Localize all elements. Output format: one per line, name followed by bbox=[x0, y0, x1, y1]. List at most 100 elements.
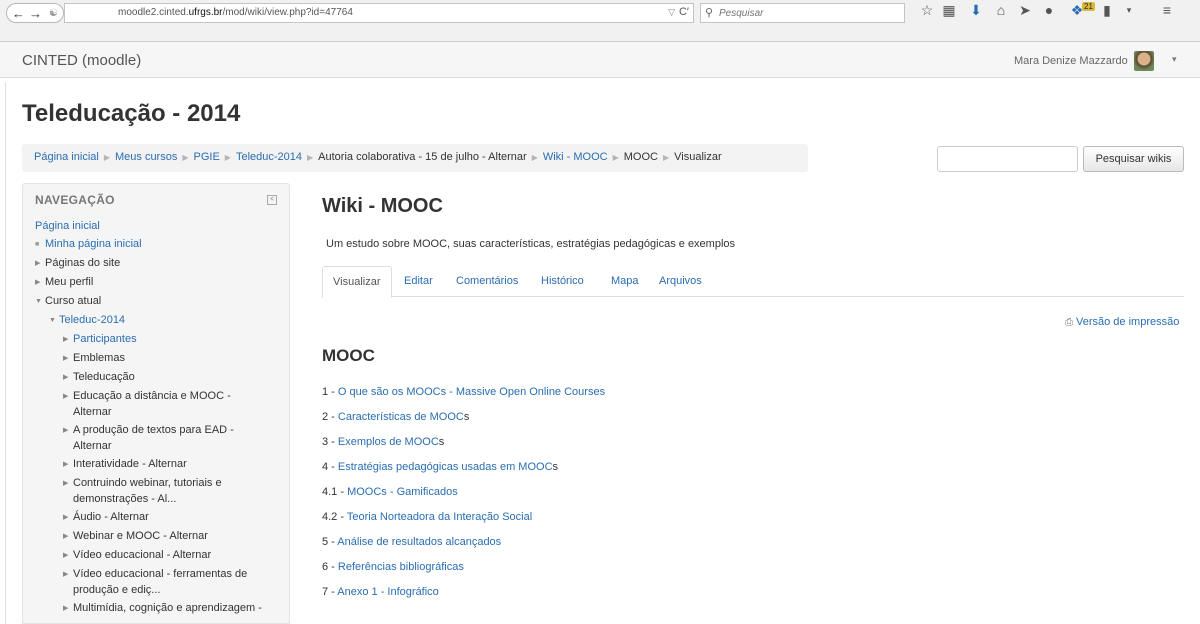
nav-item[interactable]: ■ Minha página inicial bbox=[35, 236, 285, 253]
nav-item[interactable]: ▶ Multimídia, cognição e aprendizagem - bbox=[35, 600, 285, 617]
collapsed-arrow-icon: ▶ bbox=[63, 480, 69, 487]
nav-item[interactable]: ▶ A produção de textos para EAD - Alterna… bbox=[35, 422, 285, 454]
toc-link[interactable]: MOOCs - Gamificados bbox=[347, 486, 458, 498]
forward-icon[interactable]: → bbox=[27, 5, 44, 22]
toc-item: 5 - Análise de resultados alcançados bbox=[322, 530, 605, 555]
collapsed-arrow-icon: ▶ bbox=[63, 374, 69, 381]
site-name[interactable]: CINTED (moodle) bbox=[22, 52, 141, 69]
breadcrumb-item[interactable]: Meus cursos bbox=[115, 151, 177, 163]
toc-item: 4 - Estratégias pedagógicas usadas em MO… bbox=[322, 455, 605, 480]
tab-editar[interactable]: Editar bbox=[394, 266, 443, 297]
breadcrumb-separator-icon: ▶ bbox=[103, 153, 110, 162]
expanded-arrow-icon: ▼ bbox=[35, 298, 42, 305]
nav-item[interactable]: ▶ Vídeo educacional - ferramentas de prod… bbox=[35, 566, 285, 598]
nav-item[interactable]: ▶ Áudio - Alternar bbox=[35, 509, 285, 526]
toc-link[interactable]: Anexo 1 - Infográfico bbox=[337, 586, 439, 598]
nav-item[interactable]: ▶ Emblemas bbox=[35, 350, 285, 367]
breadcrumb-item[interactable]: Wiki - MOOC bbox=[543, 151, 608, 163]
wiki-description: Um estudo sobre MOOC, suas característic… bbox=[326, 238, 736, 250]
breadcrumb-item[interactable]: Teleduc-2014 bbox=[236, 151, 302, 163]
browser-search[interactable]: ⚲ bbox=[700, 3, 905, 23]
reading-list-icon[interactable]: ▦ bbox=[940, 1, 958, 19]
toc-suffix: s bbox=[438, 436, 445, 448]
nav-item[interactable]: ▶ Vídeo educacional - Alternar bbox=[35, 547, 285, 564]
collapsed-arrow-icon: ▶ bbox=[35, 279, 41, 286]
breadcrumb-item[interactable]: PGIE bbox=[194, 151, 220, 163]
nav-item[interactable]: ▶ Meu perfil bbox=[35, 274, 285, 291]
home-icon[interactable]: ⌂ bbox=[992, 1, 1010, 19]
toc-item: 2 - Características de MOOCs bbox=[322, 405, 605, 430]
address-bar[interactable]: moodle2.cinted.ufrgs.br/mod/wiki/view.ph… bbox=[64, 3, 694, 23]
send-icon[interactable]: ➤ bbox=[1016, 1, 1034, 19]
nav-item-label: Emblemas bbox=[73, 352, 125, 364]
toc-link[interactable]: O que são os MOOCs - Massive Open Online… bbox=[338, 386, 605, 398]
notification-badge: 21 bbox=[1082, 2, 1095, 11]
nav-item[interactable]: ▶ Participantes bbox=[35, 331, 285, 348]
hamburger-menu-icon[interactable]: ≡ bbox=[1158, 1, 1176, 19]
tab-arquivos[interactable]: Arquivos bbox=[649, 266, 712, 297]
breadcrumb-separator-icon: ▶ bbox=[531, 153, 538, 162]
search-wikis-button[interactable]: Pesquisar wikis bbox=[1083, 146, 1184, 172]
breadcrumb-item: MOOC bbox=[623, 151, 658, 163]
nav-item[interactable]: ▶ Contruindo webinar, tutoriais e demonst… bbox=[35, 475, 285, 507]
menu-dropdown-icon[interactable]: ▾ bbox=[1120, 1, 1138, 19]
wiki-search-input[interactable] bbox=[937, 146, 1078, 172]
breadcrumb-separator-icon: ▶ bbox=[224, 153, 231, 162]
breadcrumb-separator-icon: ▶ bbox=[307, 153, 314, 162]
nav-item[interactable]: ▶ Educação a distância e MOOC - Alternar bbox=[35, 388, 285, 420]
toc-link[interactable]: Estratégias pedagógicas usadas em MOOC bbox=[338, 461, 553, 473]
toc-suffix: s bbox=[552, 461, 559, 473]
tab-mapa[interactable]: Mapa bbox=[601, 266, 649, 297]
nav-item[interactable]: ▶ Páginas do site bbox=[35, 255, 285, 272]
chat-icon[interactable]: ● bbox=[1040, 1, 1058, 19]
toc-number: 4.2 - bbox=[322, 511, 347, 523]
search-icon: ⚲ bbox=[705, 7, 714, 19]
toc-link[interactable]: Análise de resultados alcançados bbox=[337, 536, 501, 548]
breadcrumb-item[interactable]: Página inicial bbox=[34, 151, 99, 163]
nav-item[interactable]: Página inicial bbox=[35, 218, 285, 234]
url-dropdown-icon[interactable]: ▽ bbox=[668, 7, 675, 18]
collapsed-arrow-icon: ▶ bbox=[63, 336, 69, 343]
site-info-icon[interactable]: ☯ bbox=[45, 5, 62, 22]
toc-item: 1 - O que são os MOOCs - Massive Open On… bbox=[322, 380, 605, 405]
nav-item-label: Teleducação bbox=[73, 371, 135, 383]
toc-link[interactable]: Características de MOOC bbox=[338, 411, 464, 423]
user-menu-caret-icon[interactable]: ▾ bbox=[1172, 54, 1177, 65]
nav-item[interactable]: ▶ Interatividade - Alternar bbox=[35, 456, 285, 473]
print-version-link[interactable]: ⎙ Versão de impressão bbox=[1065, 316, 1179, 328]
reload-icon[interactable]: C′ bbox=[679, 6, 689, 18]
page-title: Teleducação - 2014 bbox=[22, 100, 241, 127]
toc-link[interactable]: Teoria Norteadora da Interação Social bbox=[347, 511, 532, 523]
tab-visualizar[interactable]: Visualizar bbox=[322, 266, 392, 298]
nav-item[interactable]: ▼ Teleduc-2014 bbox=[35, 312, 285, 329]
toc-item: 4.1 - MOOCs - Gamificados bbox=[322, 480, 605, 505]
tab-historico[interactable]: Histórico bbox=[531, 266, 594, 297]
navigation-tree: Página inicial ■ Minha página inicial ▶ Pági… bbox=[35, 218, 285, 619]
breadcrumb-item: Visualizar bbox=[674, 151, 722, 163]
collapsed-arrow-icon: ▶ bbox=[63, 605, 69, 612]
nav-item[interactable]: ▶ Webinar e MOOC - Alternar bbox=[35, 528, 285, 545]
toc-suffix: s bbox=[463, 411, 470, 423]
toc-link[interactable]: Exemplos de MOOC bbox=[338, 436, 439, 448]
history-nav: ← → ☯ bbox=[6, 3, 64, 23]
bookmark-star-icon[interactable]: ☆ bbox=[918, 1, 936, 19]
downloads-icon[interactable]: ⬇ bbox=[967, 1, 985, 19]
nav-item[interactable]: ▶ Teleducação bbox=[35, 369, 285, 386]
avatar[interactable] bbox=[1134, 51, 1154, 71]
tab-comentarios[interactable]: Comentários bbox=[446, 266, 528, 297]
toc-item: 6 - Referências bibliográficas bbox=[322, 555, 605, 580]
device-icon[interactable]: ▮ bbox=[1098, 1, 1116, 19]
nav-item-label: Educação a distância e MOOC - Alternar bbox=[73, 390, 231, 418]
back-icon[interactable]: ← bbox=[10, 5, 27, 22]
toc-link[interactable]: Referências bibliográficas bbox=[338, 561, 464, 573]
breadcrumb-separator-icon: ▶ bbox=[182, 153, 189, 162]
toc-item: 3 - Exemplos de MOOCs bbox=[322, 430, 605, 455]
toc-number: 2 - bbox=[322, 411, 338, 423]
navigation-title: NAVEGAÇÃO bbox=[35, 193, 115, 207]
nav-item[interactable]: ▼ Curso atual bbox=[35, 293, 285, 310]
breadcrumb-separator-icon: ▶ bbox=[612, 153, 619, 162]
user-name[interactable]: Mara Denize Mazzardo bbox=[1014, 55, 1128, 67]
browser-search-input[interactable] bbox=[719, 6, 899, 20]
nav-item-label: Participantes bbox=[73, 333, 137, 345]
collapse-block-icon[interactable]: < bbox=[267, 195, 277, 205]
